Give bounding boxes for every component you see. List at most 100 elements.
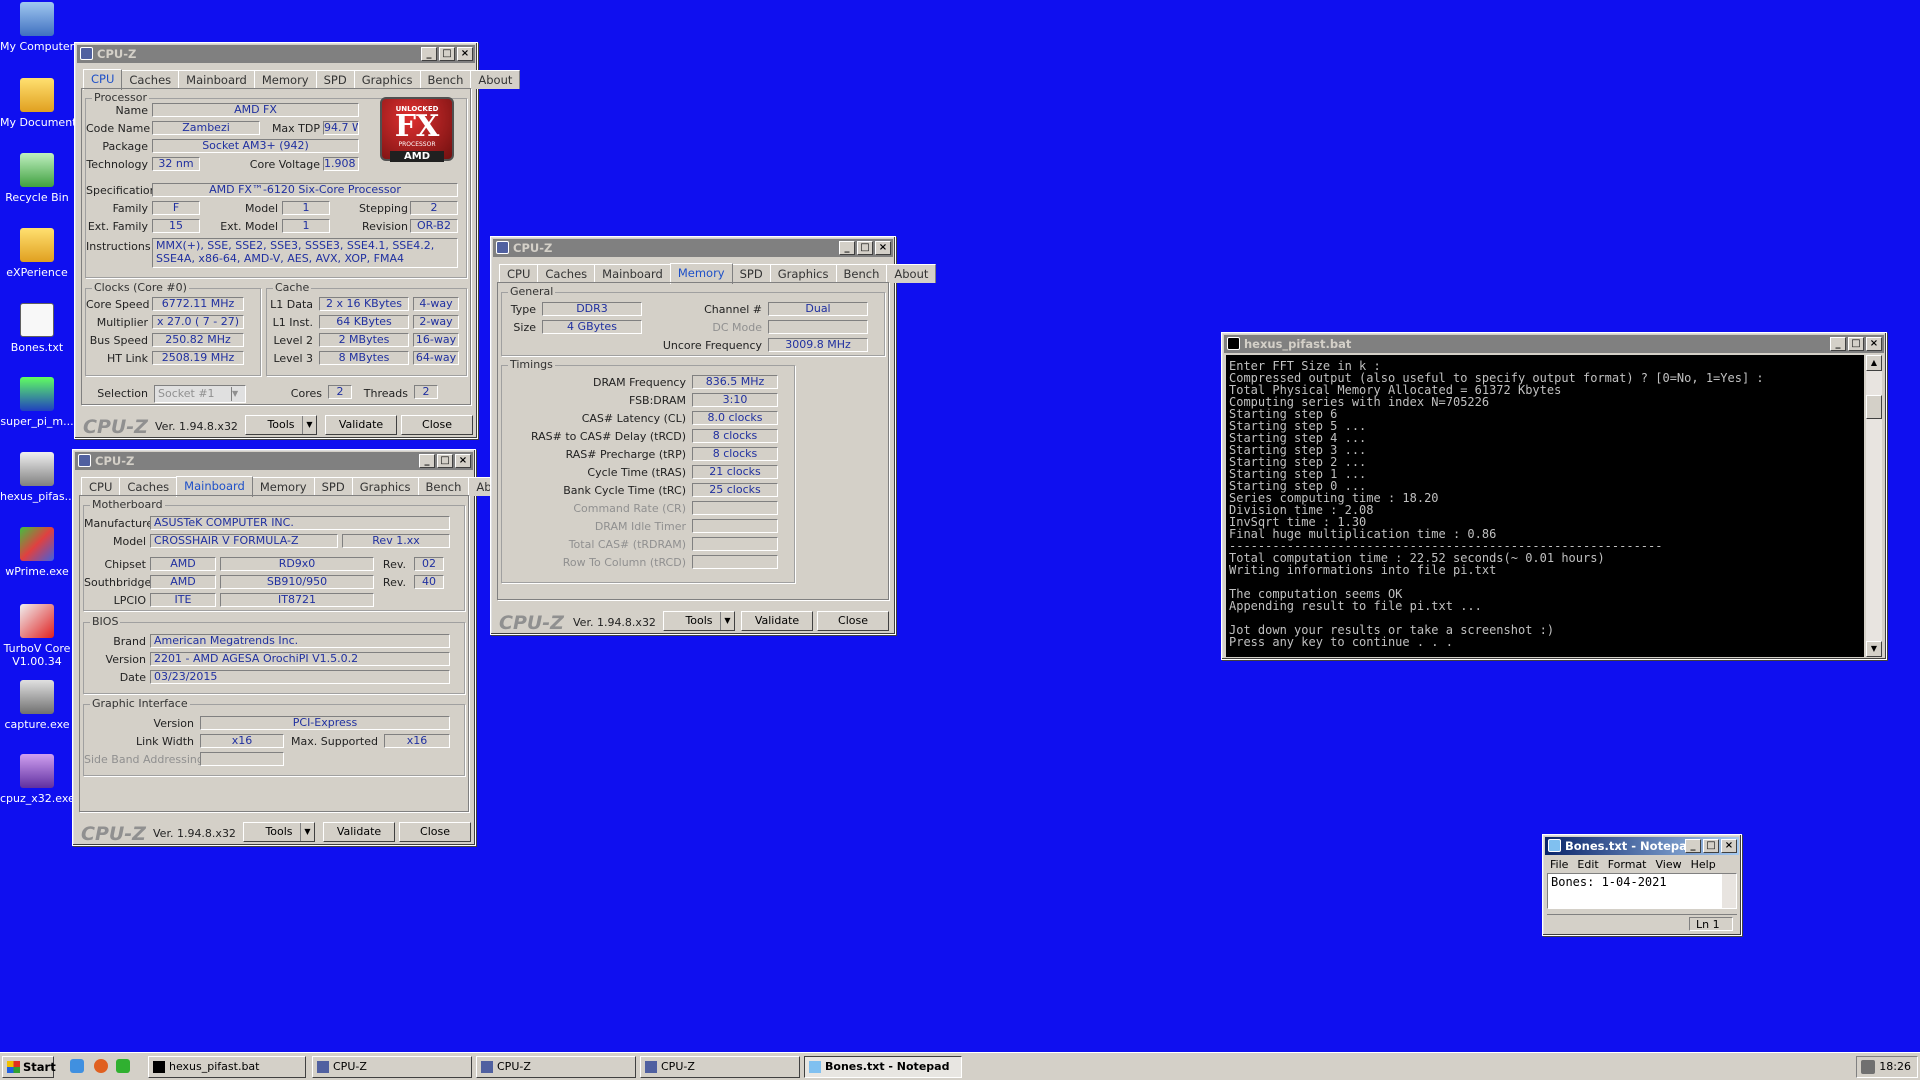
close-icon[interactable]: × xyxy=(457,47,473,61)
tools-button[interactable]: Tools ▼ xyxy=(243,822,315,842)
start-button[interactable]: Start xyxy=(2,1056,56,1078)
menu-help[interactable]: Help xyxy=(1691,858,1716,871)
maximize-icon[interactable]: □ xyxy=(439,47,455,61)
tab-caches[interactable]: Caches xyxy=(121,70,180,89)
max-supported-value: x16 xyxy=(384,734,450,748)
tab-cpu[interactable]: CPU xyxy=(81,477,121,496)
tab-about[interactable]: About xyxy=(886,264,937,283)
desktop-icon-experience[interactable]: eXPerience xyxy=(0,228,74,279)
menu-file[interactable]: File xyxy=(1550,858,1568,871)
revision-label: Revision xyxy=(362,220,408,233)
tab-graphics[interactable]: Graphics xyxy=(351,477,419,496)
validate-button[interactable]: Validate xyxy=(323,822,395,842)
title-bar[interactable]: hexus_pifast.bat _ □ × xyxy=(1224,335,1884,353)
close-icon[interactable]: × xyxy=(1866,337,1882,351)
desktop-icon-my-computer[interactable]: My Computer xyxy=(0,2,74,53)
tab-bench[interactable]: Bench xyxy=(417,477,470,496)
maximize-icon[interactable]: □ xyxy=(857,241,873,255)
maximize-icon[interactable]: □ xyxy=(1703,839,1719,853)
cpuz-cpu-window[interactable]: CPU-Z _ □ × CPU Caches Mainboard Memory SPD Gra… xyxy=(74,42,521,439)
tab-graphics[interactable]: Graphics xyxy=(353,70,421,89)
multiplier-label: Multiplier xyxy=(96,316,148,329)
desktop-icon-my-documents[interactable]: My Documents xyxy=(0,78,74,129)
desktop-icon-label: capture.exe xyxy=(4,718,70,731)
title-bar[interactable]: CPU-Z _ □ × xyxy=(493,239,893,257)
console-output[interactable]: Enter FFT Size in k : Compressed output (… xyxy=(1226,355,1864,657)
tab-graphics[interactable]: Graphics xyxy=(769,264,837,283)
desktop-icon-bones-txt[interactable]: Bones.txt xyxy=(0,303,74,354)
tools-button[interactable]: Tools ▼ xyxy=(663,611,735,631)
tab-caches[interactable]: Caches xyxy=(537,264,596,283)
notepad-window[interactable]: Bones.txt - Notepad _ □ × File Edit Format… xyxy=(1542,834,1742,936)
console-window[interactable]: hexus_pifast.bat _ □ × Enter FFT Size in k… xyxy=(1221,332,1887,660)
task-cpuz-3[interactable]: CPU-Z xyxy=(640,1056,800,1078)
tab-caches[interactable]: Caches xyxy=(119,477,178,496)
title-bar[interactable]: CPU-Z _ □ × xyxy=(75,452,473,470)
tray-icon[interactable] xyxy=(1861,1060,1875,1074)
menu-view[interactable]: View xyxy=(1656,858,1682,871)
cpuz-mainboard-window[interactable]: CPU-Z _ □ × CPU Caches Mainboard Memory SPD Gra… xyxy=(72,449,519,846)
tab-spd[interactable]: SPD xyxy=(315,70,355,89)
console-scrollbar[interactable]: ▲ ▼ xyxy=(1866,355,1882,657)
desktop-icon-cpuz[interactable]: cpuz_x32.exe xyxy=(0,754,74,805)
close-button[interactable]: Close xyxy=(401,415,473,435)
desktop-icon-hexus-pifast[interactable]: hexus_pifas... xyxy=(0,452,74,503)
desktop-icon-capture[interactable]: capture.exe xyxy=(0,680,74,731)
tab-cpu[interactable]: CPU xyxy=(499,264,539,283)
tab-bench[interactable]: Bench xyxy=(419,70,472,89)
desktop-icon-wprime[interactable]: wPrime.exe xyxy=(0,527,74,578)
task-hexus-pifast[interactable]: hexus_pifast.bat xyxy=(148,1056,306,1078)
desktop-icon-recycle-bin[interactable]: Recycle Bin xyxy=(0,153,74,204)
tab-about[interactable]: About xyxy=(470,70,521,89)
desktop-icon-turbov[interactable]: TurboV Core V1.00.34 xyxy=(0,604,74,668)
level3-value: 8 MBytes xyxy=(319,351,409,365)
menu-edit[interactable]: Edit xyxy=(1577,858,1598,871)
tab-mainboard[interactable]: Mainboard xyxy=(178,70,255,89)
task-notepad[interactable]: Bones.txt - Notepad xyxy=(804,1056,962,1078)
title-bar[interactable]: Bones.txt - Notepad _ □ × xyxy=(1545,837,1739,855)
desktop-icon-label: super_pi_m... xyxy=(0,415,74,428)
notepad-editor[interactable]: Bones: 1-04-2021 xyxy=(1547,873,1737,909)
scroll-up-icon[interactable]: ▲ xyxy=(1866,355,1882,371)
minimize-icon[interactable]: _ xyxy=(1685,839,1701,853)
minimize-icon[interactable]: _ xyxy=(421,47,437,61)
title-bar[interactable]: CPU-Z _ □ × xyxy=(77,45,475,63)
scroll-thumb[interactable] xyxy=(1866,395,1882,419)
task-cpuz-2[interactable]: CPU-Z xyxy=(476,1056,636,1078)
bus-speed-label: Bus Speed xyxy=(89,334,148,347)
tab-memory[interactable]: Memory xyxy=(251,477,315,496)
tab-mainboard[interactable]: Mainboard xyxy=(176,476,253,497)
minimize-icon[interactable]: _ xyxy=(1830,337,1846,351)
close-icon[interactable]: × xyxy=(455,454,471,468)
timings-group: Timings DRAM Frequency 836.5 MHz FSB:DRA… xyxy=(501,358,795,583)
maximize-icon[interactable]: □ xyxy=(437,454,453,468)
validate-button[interactable]: Validate xyxy=(325,415,397,435)
scroll-down-icon[interactable]: ▼ xyxy=(1866,641,1882,657)
show-desktop-icon[interactable] xyxy=(70,1059,84,1073)
close-icon[interactable]: × xyxy=(875,241,891,255)
media-icon[interactable] xyxy=(116,1059,130,1073)
close-icon[interactable]: × xyxy=(1721,839,1737,853)
maximize-icon[interactable]: □ xyxy=(1848,337,1864,351)
menu-format[interactable]: Format xyxy=(1608,858,1647,871)
tab-cpu[interactable]: CPU xyxy=(83,69,123,90)
minimize-icon[interactable]: _ xyxy=(839,241,855,255)
tools-button[interactable]: Tools ▼ xyxy=(245,415,317,435)
minimize-icon[interactable]: _ xyxy=(419,454,435,468)
desktop-icon-super-pi[interactable]: super_pi_m... xyxy=(0,377,74,428)
tab-bench[interactable]: Bench xyxy=(835,264,888,283)
recycle-bin-icon xyxy=(20,153,54,187)
browser-icon[interactable] xyxy=(94,1059,108,1073)
tab-memory[interactable]: Memory xyxy=(253,70,317,89)
tab-mainboard[interactable]: Mainboard xyxy=(594,264,671,283)
selection-dropdown[interactable]: Socket #1 ▼ xyxy=(154,385,246,403)
tab-spd[interactable]: SPD xyxy=(313,477,353,496)
notepad-scrollbar[interactable] xyxy=(1722,874,1736,908)
close-button[interactable]: Close xyxy=(817,611,889,631)
tab-memory[interactable]: Memory xyxy=(669,263,733,284)
tab-spd[interactable]: SPD xyxy=(731,264,771,283)
close-button[interactable]: Close xyxy=(399,822,471,842)
validate-button[interactable]: Validate xyxy=(741,611,813,631)
cpuz-memory-window[interactable]: CPU-Z _ □ × CPU Caches Mainboard Memory SPD Gra… xyxy=(490,236,937,635)
task-cpuz-1[interactable]: CPU-Z xyxy=(312,1056,472,1078)
